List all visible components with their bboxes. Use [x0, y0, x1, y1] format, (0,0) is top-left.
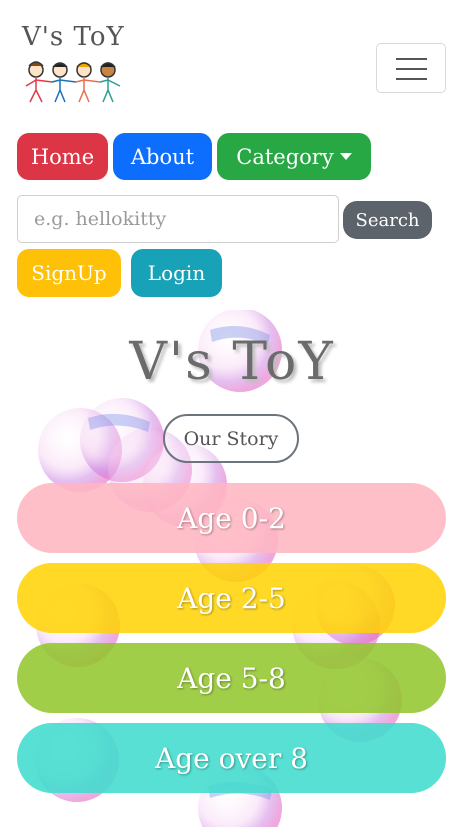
search-label: Search [355, 209, 420, 231]
hamburger-line [396, 68, 427, 70]
navbar-brand[interactable]: V's ToY [22, 22, 132, 108]
login-button[interactable]: Login [131, 249, 222, 297]
kids-holding-hands-icon [25, 61, 121, 103]
login-label: Login [147, 261, 206, 285]
hamburger-line [396, 78, 427, 80]
home-button[interactable]: Home [17, 133, 108, 180]
brand-name: V's ToY [22, 22, 125, 52]
category-dropdown-button[interactable]: Category [217, 133, 371, 180]
caret-down-icon [339, 153, 352, 160]
home-label: Home [30, 144, 95, 169]
navbar-toggler-button[interactable] [376, 43, 446, 93]
about-button[interactable]: About [113, 133, 212, 180]
search-button[interactable]: Search [343, 201, 432, 239]
signup-button[interactable]: SignUp [17, 249, 121, 297]
search-input[interactable] [17, 195, 339, 243]
signup-label: SignUp [31, 261, 107, 285]
hero-title: V's ToY [129, 332, 335, 392]
age-0-2-button[interactable]: Age 0-2 [17, 483, 446, 553]
age-label: Age over 8 [155, 741, 308, 775]
age-2-5-button[interactable]: Age 2-5 [17, 563, 446, 633]
hamburger-menu-icon [396, 58, 427, 60]
our-story-button[interactable]: Our Story [163, 414, 299, 463]
age-label: Age 5-8 [177, 661, 286, 695]
age-5-8-button[interactable]: Age 5-8 [17, 643, 446, 713]
age-label: Age 0-2 [177, 501, 286, 535]
category-label: Category [236, 144, 334, 169]
age-over-8-button[interactable]: Age over 8 [17, 723, 446, 793]
age-label: Age 2-5 [177, 581, 286, 615]
our-story-label: Our Story [183, 427, 279, 450]
about-label: About [130, 144, 195, 169]
